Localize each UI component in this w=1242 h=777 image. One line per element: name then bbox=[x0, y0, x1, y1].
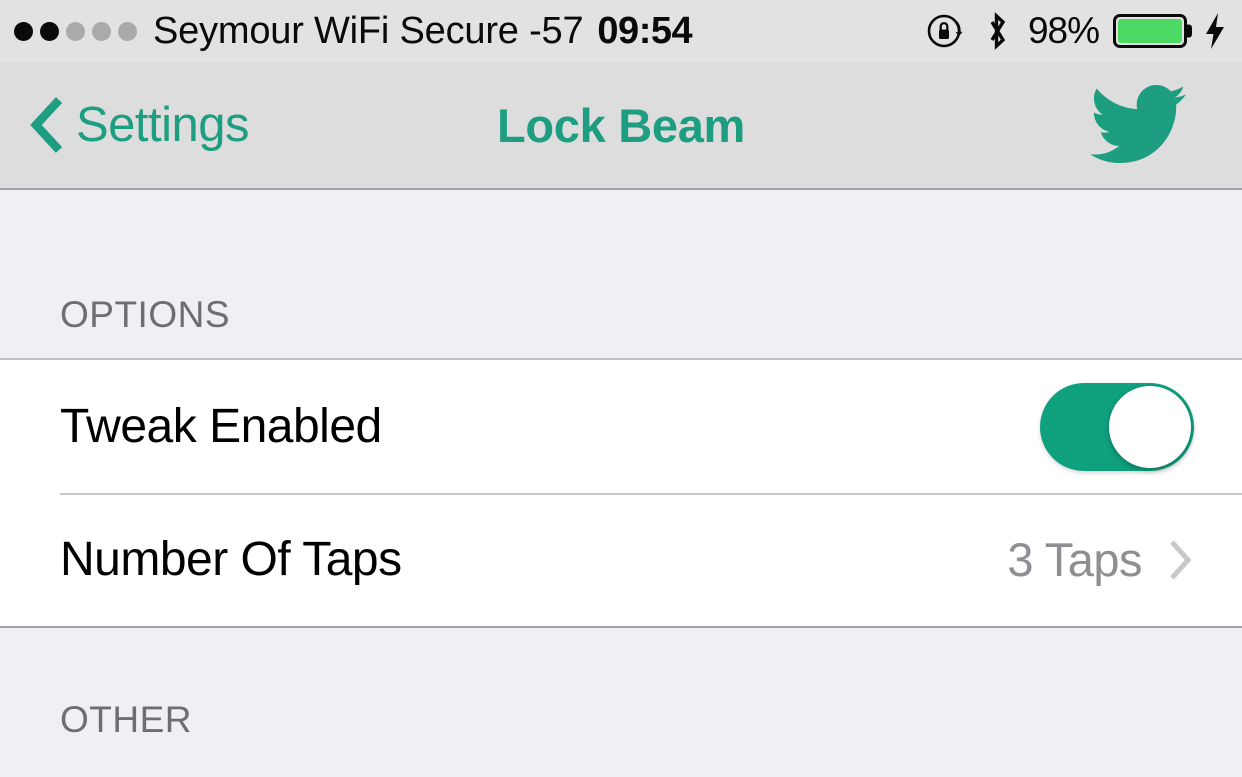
signal-strength-dots bbox=[14, 21, 137, 41]
section-header-options: OPTIONS bbox=[60, 294, 231, 335]
status-bar: Seymour WiFi Secure -57 09:54 98% bbox=[0, 0, 1242, 62]
battery-icon bbox=[1113, 14, 1192, 48]
settings-group-options: Tweak Enabled Number Of Taps 3 Taps bbox=[0, 358, 1242, 628]
status-bar-left: Seymour WiFi Secure -57 09:54 bbox=[14, 0, 693, 62]
row-label-number-of-taps: Number Of Taps bbox=[60, 533, 402, 586]
settings-content: OPTIONS Tweak Enabled Number Of Taps 3 T… bbox=[0, 190, 1242, 777]
toggle-knob bbox=[1109, 385, 1191, 468]
signal-dot-5 bbox=[118, 21, 137, 41]
status-bar-right: 98% bbox=[924, 0, 1228, 62]
status-bar-clock: 09:54 bbox=[597, 9, 693, 52]
row-accessory-number-of-taps: 3 Taps bbox=[1007, 532, 1194, 587]
battery-nub bbox=[1187, 24, 1192, 38]
row-tweak-enabled[interactable]: Tweak Enabled bbox=[0, 360, 1242, 493]
ios-settings-screen: Seymour WiFi Secure -57 09:54 98% Settin… bbox=[0, 0, 1242, 777]
charging-bolt-icon bbox=[1206, 13, 1224, 49]
navigation-bar: Settings Lock Beam bbox=[0, 62, 1242, 190]
row-accessory-tweak-enabled bbox=[1040, 382, 1194, 471]
tweak-enabled-toggle[interactable] bbox=[1040, 382, 1194, 471]
rotation-lock-icon bbox=[927, 14, 963, 48]
signal-dot-4 bbox=[92, 21, 111, 41]
battery-percentage-label: 98% bbox=[1027, 10, 1100, 51]
signal-dot-1 bbox=[14, 21, 33, 41]
carrier-label: Seymour WiFi Secure -57 bbox=[153, 9, 584, 52]
row-value-number-of-taps: 3 Taps bbox=[1007, 533, 1142, 586]
twitter-bird-icon[interactable] bbox=[1090, 85, 1186, 165]
battery-fill bbox=[1118, 19, 1182, 43]
bluetooth-icon bbox=[990, 12, 1006, 50]
row-label-tweak-enabled: Tweak Enabled bbox=[60, 400, 382, 453]
chevron-right-icon bbox=[1170, 539, 1192, 580]
signal-dot-2 bbox=[40, 21, 59, 41]
signal-dot-3 bbox=[66, 21, 85, 41]
section-header-other: OTHER bbox=[60, 699, 192, 740]
row-number-of-taps[interactable]: Number Of Taps 3 Taps bbox=[0, 493, 1242, 626]
page-title: Lock Beam bbox=[496, 98, 746, 152]
